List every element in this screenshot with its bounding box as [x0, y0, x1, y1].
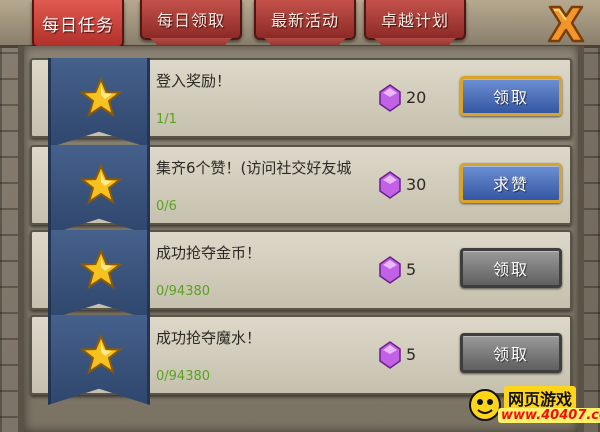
gold-star-icon	[79, 163, 123, 205]
reward-amount: 5	[406, 260, 417, 279]
logo-text-url: www.40407.com	[498, 408, 600, 423]
task-progress: 0/94380	[156, 284, 211, 299]
purple-gem-icon	[379, 256, 401, 284]
task-row: 集齐6个赞！(访问社交好友城 0/6 30 求赞	[30, 145, 572, 235]
gold-star-icon	[79, 248, 123, 290]
purple-gem-icon	[379, 84, 401, 112]
task-banner	[48, 315, 150, 405]
claim-button-disabled[interactable]: 领取	[460, 333, 562, 373]
claim-button[interactable]: 领取	[460, 76, 562, 116]
site-logo: 网页游戏 www.40407.com	[468, 384, 600, 428]
task-title: 登入奖励！	[156, 72, 232, 90]
task-progress: 0/94380	[156, 369, 211, 384]
logo-text-title: 网页游戏	[504, 386, 577, 410]
tab-excellence-plan[interactable]: 卓越计划	[364, 0, 466, 40]
mascot-face-icon	[469, 389, 501, 421]
gold-star-icon	[79, 76, 123, 118]
task-banner	[48, 145, 150, 235]
close-button[interactable]	[542, 2, 590, 46]
tab-latest-events[interactable]: 最新活动	[254, 0, 356, 40]
task-progress: 0/6	[156, 199, 177, 214]
request-likes-button[interactable]: 求赞	[460, 163, 562, 203]
gold-star-icon	[79, 333, 123, 375]
purple-gem-icon	[379, 341, 401, 369]
tab-daily-tasks[interactable]: 每日任务	[32, 0, 124, 48]
task-title: 成功抢夺魔水！	[156, 329, 262, 347]
task-title: 成功抢夺金币！	[156, 244, 262, 262]
task-row: 成功抢夺金币！ 0/94380 5 领取	[30, 230, 572, 320]
task-row: 成功抢夺魔水！ 0/94380 5 领取	[30, 315, 572, 405]
task-title: 集齐6个赞！(访问社交好友城	[156, 159, 352, 177]
reward-amount: 30	[406, 175, 427, 194]
task-progress: 1/1	[156, 112, 177, 127]
task-banner	[48, 230, 150, 320]
claim-button-disabled[interactable]: 领取	[460, 248, 562, 288]
reward-amount: 5	[406, 345, 417, 364]
purple-gem-icon	[379, 171, 401, 199]
close-x-icon	[547, 5, 585, 43]
task-row: 登入奖励！ 1/1 20 领取	[30, 58, 572, 148]
task-banner	[48, 58, 150, 148]
tab-daily-claim[interactable]: 每日领取	[140, 0, 242, 40]
reward-amount: 20	[406, 88, 427, 107]
